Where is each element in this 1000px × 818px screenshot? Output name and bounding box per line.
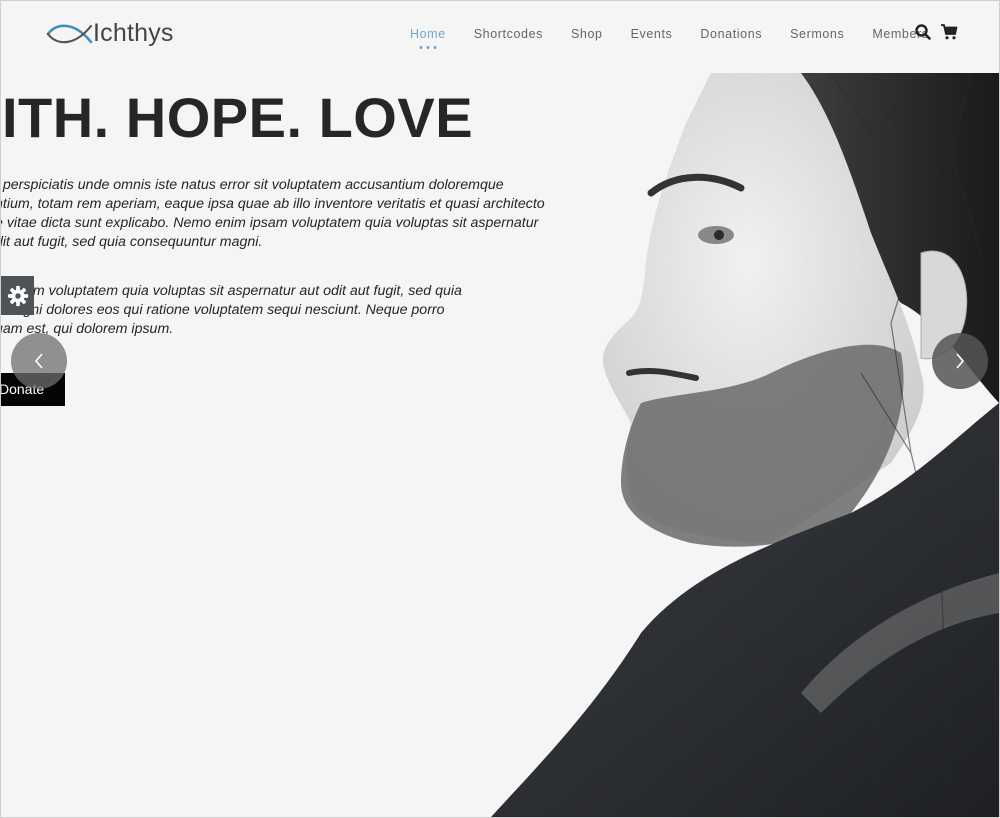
nav-donations[interactable]: Donations <box>700 24 762 44</box>
site-header: Ichthys Home Shortcodes Shop Events Dona… <box>1 1 999 73</box>
gear-icon <box>7 285 28 306</box>
hero-paragraph-2: n ipsam voluptatem quia voluptas sit asp… <box>1 282 555 339</box>
cart-icon[interactable] <box>940 23 958 41</box>
nav-label: Shop <box>570 27 603 41</box>
paragraph-line: r magni dolores eos qui ratione voluptat… <box>1 302 445 318</box>
nav-label: Donations <box>700 27 763 41</box>
header-icons <box>914 23 958 41</box>
paragraph-line: t perspiciatis unde omnis iste natus err… <box>1 177 504 193</box>
paragraph-line: uam est, qui dolorem ipsum. <box>1 321 174 337</box>
search-icon[interactable] <box>914 23 932 41</box>
hero-paragraph-1: t perspiciatis unde omnis iste natus err… <box>1 176 555 252</box>
paragraph-line: e vitae dicta sunt explicabo. Nemo enim … <box>1 215 539 231</box>
paragraph-line: dit aut fugit, sed quia consequuntur mag… <box>1 234 263 250</box>
settings-button[interactable] <box>1 276 34 315</box>
slider-next-button[interactable] <box>932 333 988 389</box>
brand-name: Ichthys <box>93 19 174 47</box>
nav-home[interactable]: Home <box>410 24 446 49</box>
fish-logo-icon <box>46 24 93 43</box>
paragraph-line: ntium, totam rem aperiam, eaque ipsa qua… <box>1 196 545 212</box>
page: Ichthys Home Shortcodes Shop Events Dona… <box>1 1 999 817</box>
active-indicator <box>419 46 437 49</box>
hero-title: AITH. HOPE. LOVE <box>1 86 474 149</box>
nav-label: Home <box>410 27 446 41</box>
nav-label: Sermons <box>790 27 845 41</box>
slider-prev-button[interactable] <box>11 333 67 389</box>
nav-label: Events <box>630 27 673 41</box>
chevron-left-icon <box>34 353 43 369</box>
nav-shop[interactable]: Shop <box>571 24 603 44</box>
chevron-right-icon <box>956 353 965 369</box>
nav-label: Shortcodes <box>473 27 543 41</box>
site-logo[interactable]: Ichthys <box>45 19 174 48</box>
nav-events[interactable]: Events <box>631 24 673 44</box>
main-nav: Home Shortcodes Shop Events Donations Se… <box>396 24 943 49</box>
nav-sermons[interactable]: Sermons <box>790 24 844 44</box>
nav-shortcodes[interactable]: Shortcodes <box>474 24 543 44</box>
paragraph-line: n ipsam voluptatem quia voluptas sit asp… <box>1 283 462 299</box>
